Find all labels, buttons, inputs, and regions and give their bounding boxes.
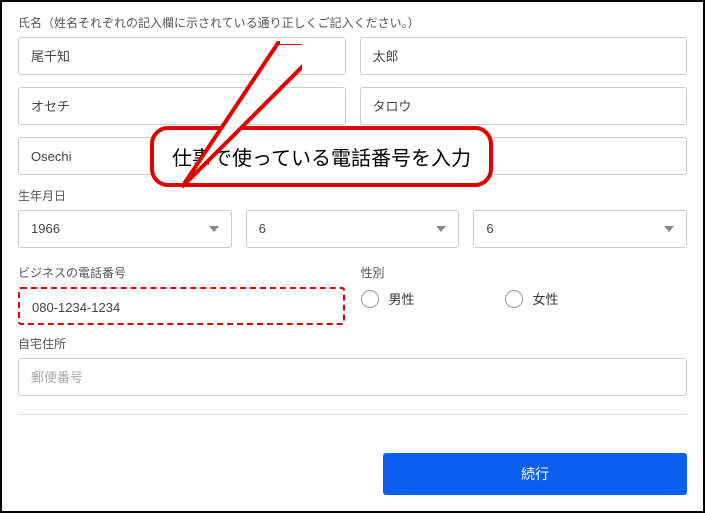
name-kanji-row: 尾千知 太郎	[18, 37, 687, 75]
dob-month-select[interactable]: 6	[246, 210, 460, 248]
gender-male-radio[interactable]: 男性	[361, 289, 415, 308]
last-name-kanji-input[interactable]: 尾千知	[18, 37, 346, 75]
home-address-label: 自宅住所	[18, 335, 687, 352]
business-phone-label: ビジネスの電話番号	[18, 264, 345, 281]
divider	[18, 414, 687, 415]
gender-female-label: 女性	[533, 289, 559, 308]
chevron-down-icon	[209, 226, 219, 232]
dob-row: 1966 6 6	[18, 210, 687, 248]
dob-year-value: 1966	[31, 210, 60, 248]
gender-group: 男性 女性	[361, 289, 688, 308]
business-phone-input[interactable]: 080-1234-1234	[18, 287, 345, 325]
name-kana-row: オセチ タロウ	[18, 87, 687, 125]
chevron-down-icon	[436, 226, 446, 232]
gender-male-label: 男性	[389, 289, 415, 308]
dob-day-select[interactable]: 6	[473, 210, 687, 248]
continue-button[interactable]: 続行	[383, 453, 687, 495]
phone-gender-row: ビジネスの電話番号 080-1234-1234 性別 男性 女性	[18, 260, 687, 325]
first-name-kana-input[interactable]: タロウ	[360, 87, 688, 125]
chevron-down-icon	[664, 226, 674, 232]
last-name-roman-input[interactable]: Osechi	[18, 137, 346, 175]
radio-icon	[361, 290, 379, 308]
dob-label: 生年月日	[18, 187, 687, 204]
name-roman-row: Osechi	[18, 137, 687, 175]
dob-month-value: 6	[259, 210, 266, 248]
address-row: 郵便番号	[18, 358, 687, 396]
first-name-kanji-input[interactable]: 太郎	[360, 37, 688, 75]
last-name-kana-input[interactable]: オセチ	[18, 87, 346, 125]
postal-code-input[interactable]: 郵便番号	[18, 358, 687, 396]
name-section-label: 氏名（姓名それぞれの記入欄に示されている通り正しくご記入ください。）	[18, 14, 687, 31]
gender-label: 性別	[361, 264, 688, 281]
radio-icon	[505, 290, 523, 308]
gender-female-radio[interactable]: 女性	[505, 289, 559, 308]
form-frame: 氏名（姓名それぞれの記入欄に示されている通り正しくご記入ください。） 尾千知 太…	[0, 0, 705, 513]
dob-year-select[interactable]: 1966	[18, 210, 232, 248]
first-name-roman-input[interactable]	[360, 137, 688, 175]
dob-day-value: 6	[486, 210, 493, 248]
